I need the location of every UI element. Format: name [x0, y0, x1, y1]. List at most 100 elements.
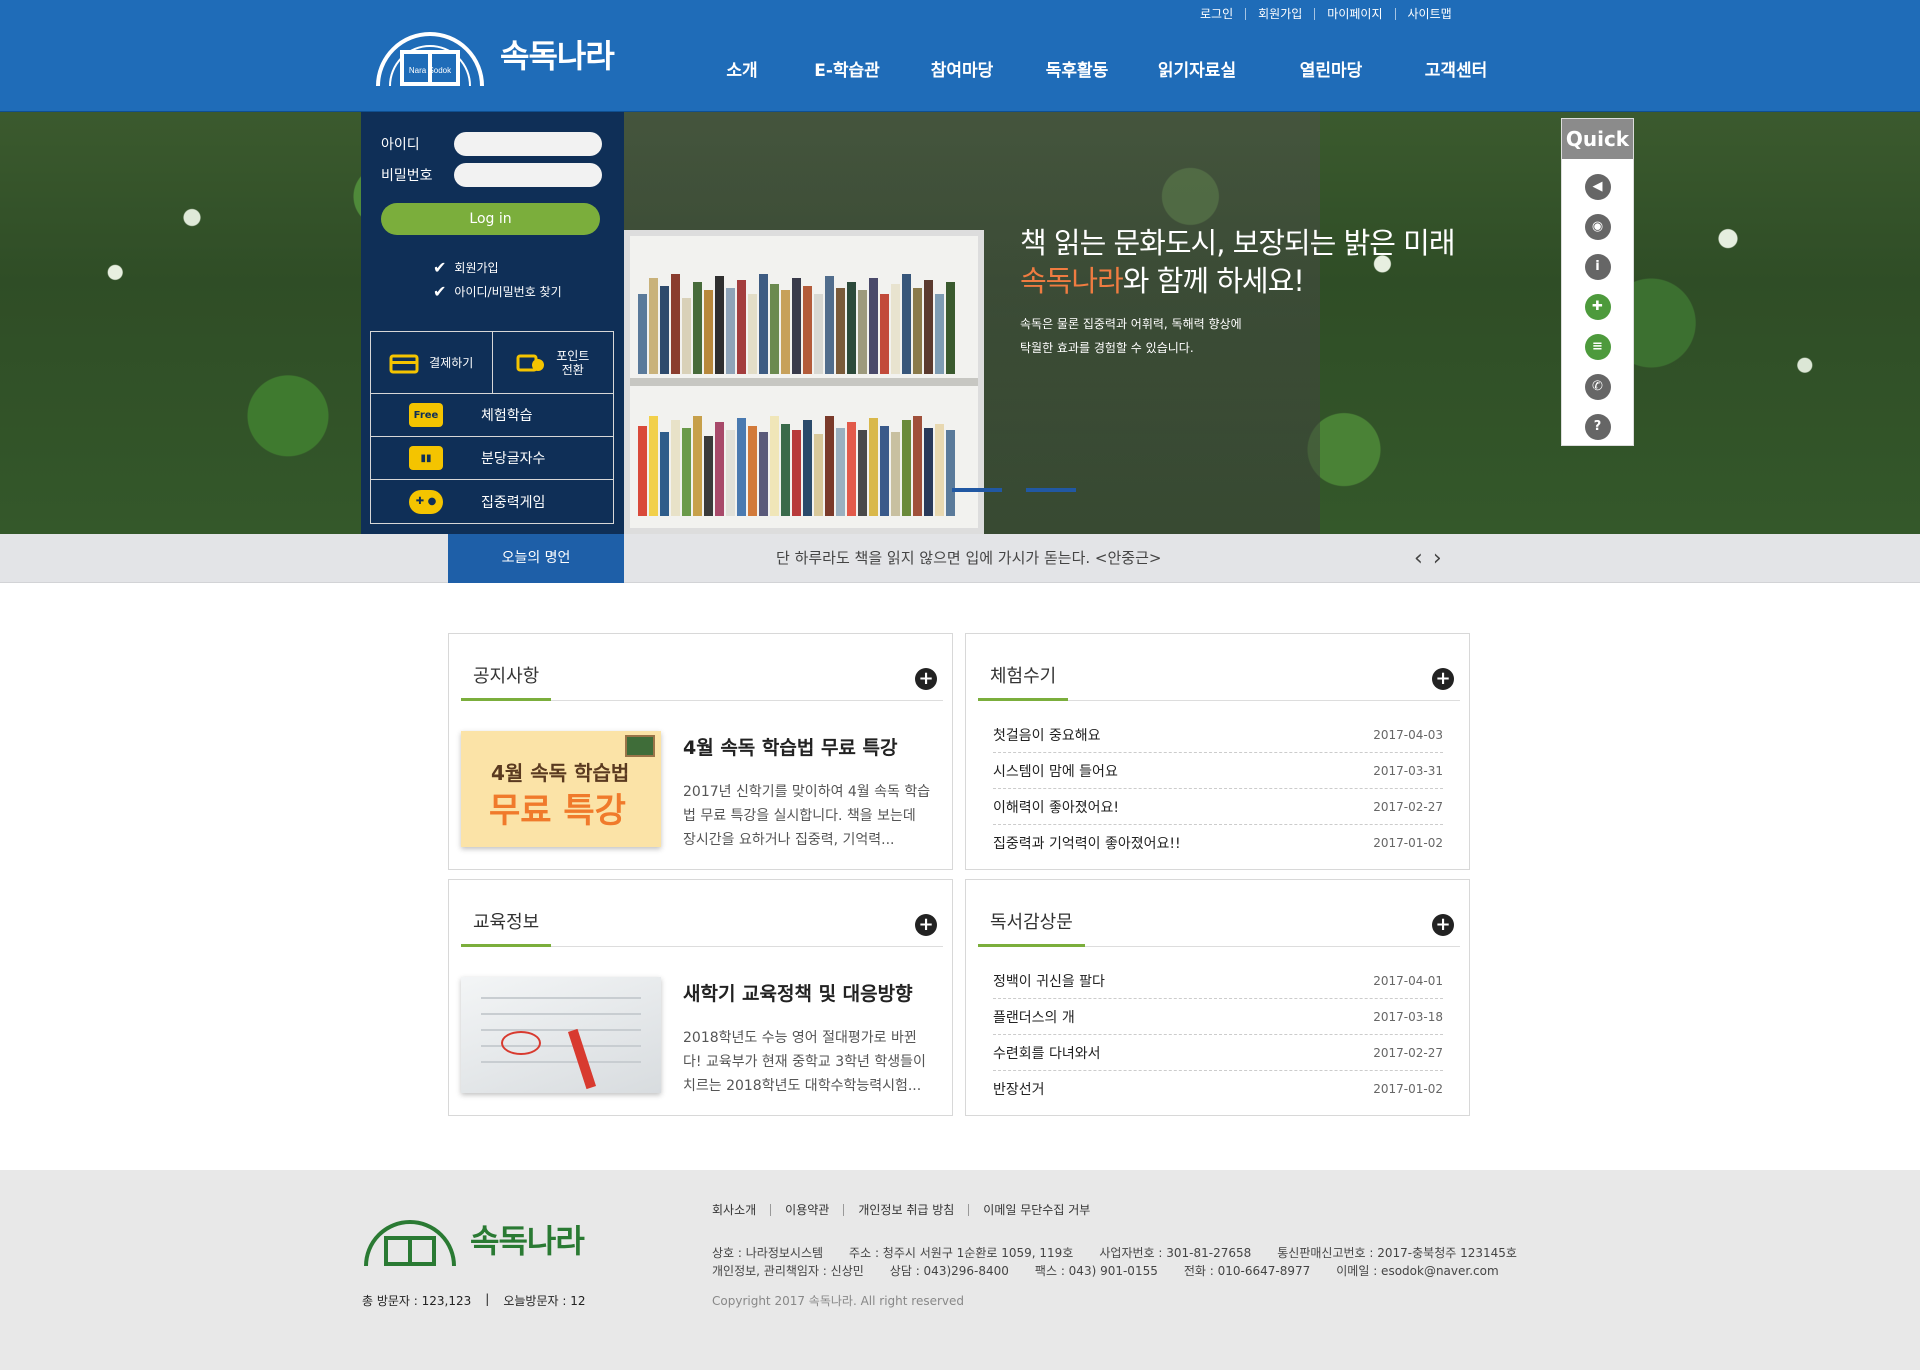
list-item-date: 2017-02-27	[1373, 799, 1443, 814]
info-phone: 전화 : 010-6647-8977	[1183, 1264, 1311, 1278]
password-input[interactable]	[454, 163, 602, 187]
footer-logo[interactable]: 속독나라	[362, 1208, 585, 1270]
nav-item-participation[interactable]: 참여마당	[910, 56, 1014, 81]
plus-circle-icon[interactable]: +	[915, 914, 937, 936]
list-item-title: 플랜더스의 개	[993, 1009, 1075, 1026]
prev-arrow-icon[interactable]: ‹	[1414, 534, 1423, 583]
info-biz-number: 사업자번호 : 301-81-27658	[1099, 1246, 1252, 1260]
list-item-title: 집중력과 기억력이 좋아졌어요!!	[993, 836, 1181, 852]
notice-feature-desc: 2017년 신학기를 맞이하여 4월 속독 학습법 무료 특강을 실시합니다. …	[683, 784, 931, 848]
education-thumbnail	[461, 977, 661, 1093]
game-icon[interactable]: ✚	[1584, 294, 1611, 320]
audio-icon[interactable]: ◉	[1584, 214, 1611, 240]
quote-text: 단 하루라도 책을 읽지 않으면 입에 가시가 돋는다. <안중근>	[776, 549, 1162, 567]
hero-subtext-2: 탁월한 효과를 경험할 수 있습니다.	[1020, 341, 1194, 355]
logo-badge-icon: Nara Sodok	[376, 32, 484, 87]
nav-item-open-forum[interactable]: 열린마당	[1254, 56, 1408, 81]
footer-link-company[interactable]: 회사소개	[712, 1204, 770, 1216]
login-link[interactable]: 로그인	[1188, 8, 1245, 20]
hero-headline-1: 책 읽는 문화도시, 보장되는 밝은 미래	[1020, 226, 1456, 260]
nav-item-elearning[interactable]: E-학습관	[784, 56, 910, 81]
visit-today: 오늘방문자 : 12	[503, 1294, 586, 1308]
info-email: 이메일 : esodok@naver.com	[1336, 1264, 1499, 1278]
list-item[interactable]: 정백이 귀신을 팔다 2017-04-01	[993, 963, 1443, 999]
list-item-title: 시스템이 맘에 들어요	[993, 763, 1118, 780]
education-feature-title: 새학기 교육정책 및 대응방향	[683, 983, 913, 1005]
notes-icon[interactable]: ≡	[1584, 334, 1611, 360]
plus-circle-icon[interactable]: +	[1432, 668, 1454, 690]
mypage-link[interactable]: 마이페이지	[1314, 8, 1394, 20]
footer-link-privacy[interactable]: 개인정보 취급 방침	[843, 1204, 968, 1216]
chars-per-minute-button[interactable]: ▮▮ 분당글자수	[371, 437, 613, 480]
footer-link-terms[interactable]: 이용약관	[770, 1204, 843, 1216]
sitemap-link[interactable]: 사이트맵	[1394, 8, 1464, 20]
pay-button[interactable]: 결제하기	[371, 332, 493, 393]
login-button[interactable]: Log in	[381, 203, 600, 235]
list-item-title: 수련회를 다녀와서	[993, 1045, 1101, 1062]
nav-item-resources[interactable]: 읽기자료실	[1140, 56, 1254, 81]
find-account-label: 아이디/비밀번호 찾기	[454, 284, 562, 299]
next-arrow-icon[interactable]: ›	[1433, 534, 1442, 583]
list-item[interactable]: 첫걸음이 중요해요 2017-04-03	[993, 717, 1443, 753]
slider-dot[interactable]	[1026, 488, 1076, 492]
footer-link-email-policy[interactable]: 이메일 무단수집 거부	[968, 1204, 1104, 1216]
list-item[interactable]: 반장선거 2017-01-02	[993, 1071, 1443, 1107]
education-feature[interactable]: 새학기 교육정책 및 대응방향 2018학년도 수능 영어 절대평가로 바뀐다!…	[461, 977, 933, 1098]
plus-circle-icon[interactable]: +	[915, 668, 937, 690]
pw-row: 비밀번호	[381, 163, 602, 187]
focus-game-button[interactable]: ✚ ● 집중력게임	[371, 480, 613, 523]
nav-item-reading-activity[interactable]: 독후활동	[1014, 56, 1140, 81]
find-account-link[interactable]: ✔ 아이디/비밀번호 찾기	[433, 279, 562, 303]
thumb-line-2: 무료 특강	[489, 791, 626, 831]
card-icon	[389, 354, 419, 373]
pw-label: 비밀번호	[381, 168, 433, 184]
list-item[interactable]: 이해력이 좋아졌어요! 2017-02-27	[993, 789, 1443, 825]
list-item[interactable]: 집중력과 기억력이 좋아졌어요!! 2017-01-02	[993, 825, 1443, 861]
info-address: 주소 : 청주시 서원구 1순환로 1059, 119호	[849, 1246, 1074, 1260]
id-row: 아이디	[381, 132, 602, 156]
trial-label: 체험학습	[481, 408, 533, 424]
info-consult: 상담 : 043)296-8400	[889, 1264, 1009, 1278]
hero-subtext-1: 속독은 물론 집중력과 어휘력, 독해력 향상에	[1020, 317, 1242, 331]
signup-link[interactable]: 회원가입	[1245, 8, 1314, 20]
help-icon[interactable]: ?	[1584, 414, 1611, 440]
info-icon[interactable]: i	[1584, 254, 1611, 280]
speaker-icon[interactable]: ◀	[1584, 174, 1611, 200]
service-menu: 결제하기 포인트 전환 Free 체험학습 ▮▮ 분당글자수 ✚ ● 집중력게임	[370, 331, 614, 524]
utility-nav: 로그인 회원가입 마이페이지 사이트맵	[1188, 8, 1464, 20]
experience-list: 첫걸음이 중요해요 2017-04-03 시스템이 맘에 들어요 2017-03-3…	[993, 717, 1443, 861]
id-input[interactable]	[454, 132, 602, 156]
list-item-title: 반장선거	[993, 1082, 1045, 1098]
join-label: 회원가입	[454, 260, 499, 275]
point-label: 포인트 전환	[556, 348, 590, 377]
plus-circle-icon[interactable]: +	[1432, 914, 1454, 936]
join-link[interactable]: ✔ 회원가입	[433, 255, 562, 279]
book-icon: ▮▮	[409, 446, 443, 470]
footer-logo-badge-icon	[364, 1220, 456, 1267]
education-feature-desc: 2018학년도 수능 영어 절대평가로 바뀐다! 교육부가 현재 중학교 3학년…	[683, 1030, 926, 1094]
gamepad-icon: ✚ ●	[409, 489, 443, 514]
nav-item-intro[interactable]: 소개	[700, 56, 784, 81]
slider-dot[interactable]	[952, 488, 1002, 492]
list-item[interactable]: 시스템이 맘에 들어요 2017-03-31	[993, 753, 1443, 789]
hero-headline-2-rest: 와 함께 하세요!	[1122, 264, 1305, 298]
list-item-date: 2017-04-03	[1373, 727, 1443, 742]
list-item[interactable]: 수련회를 다녀와서 2017-02-27	[993, 1035, 1443, 1071]
notice-feature[interactable]: 4월 속독 학습법 무료 특강 4월 속독 학습법 무료 특강 2017년 신학…	[461, 731, 933, 852]
nav-item-customer-center[interactable]: 고객센터	[1408, 56, 1504, 81]
main-nav: 소개 E-학습관 참여마당 독후활동 읽기자료실 열린마당 고객센터	[700, 56, 1504, 81]
copyright: Copyright 2017 속독나라. All right reserved	[712, 1294, 965, 1308]
review-panel: 독서감상문 + 정백이 귀신을 팔다 2017-04-01 플랜더스의 개 2017…	[965, 879, 1470, 1116]
red-circle-mark	[501, 1031, 541, 1055]
phone-icon[interactable]: ✆	[1584, 374, 1611, 400]
free-book-icon: Free	[409, 403, 443, 427]
list-item-date: 2017-03-18	[1373, 1009, 1443, 1024]
site-logo[interactable]: Nara Sodok 속독나라	[372, 16, 615, 92]
list-item[interactable]: 플랜더스의 개 2017-03-18	[993, 999, 1443, 1035]
point-convert-button[interactable]: 포인트 전환	[493, 332, 614, 393]
education-panel: 교육정보 + 새학기 교육정책 및 대응방향 2018학년도 수능 영어 절대평…	[448, 879, 953, 1116]
notice-feature-title: 4월 속독 학습법 무료 특강	[683, 737, 898, 759]
notice-title: 공지사항	[461, 663, 552, 701]
notice-thumbnail: 4월 속독 학습법 무료 특강	[461, 731, 661, 847]
trial-learning-button[interactable]: Free 체험학습	[371, 394, 613, 437]
